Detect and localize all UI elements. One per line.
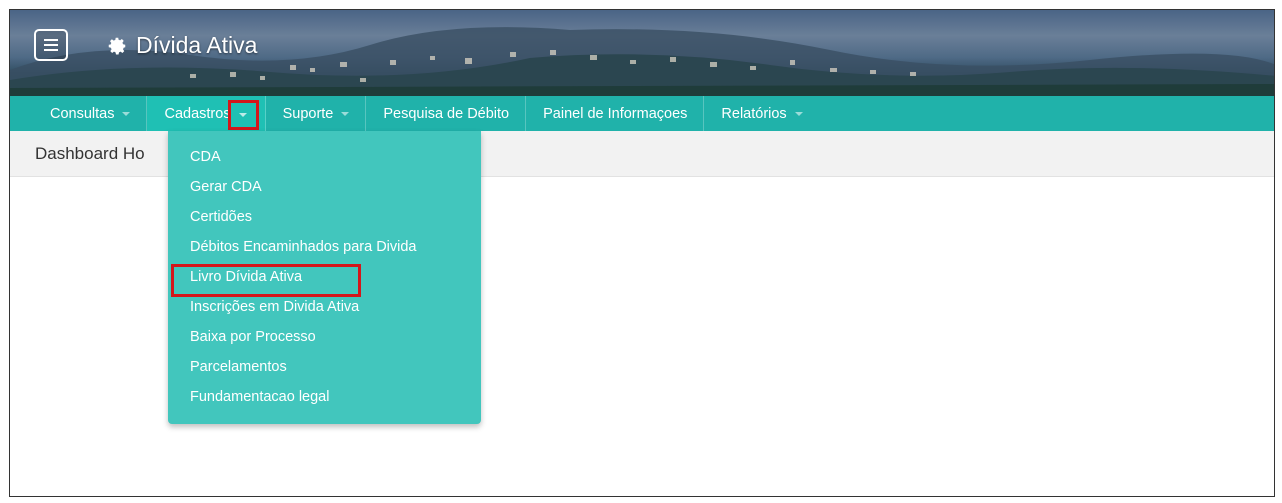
- menu-item-certidoes[interactable]: Certidões: [168, 202, 481, 232]
- nav-item-cadastros[interactable]: Cadastros: [147, 96, 266, 131]
- cadastros-caret-toggle[interactable]: [227, 100, 259, 130]
- header-banner: Dívida Ativa: [10, 10, 1274, 96]
- app-window: Dívida Ativa Consultas Cadastros Suporte…: [9, 9, 1275, 497]
- chevron-down-icon: [794, 111, 803, 116]
- nav-item-consultas[interactable]: Consultas: [33, 96, 148, 131]
- chevron-down-icon: [122, 111, 131, 116]
- menu-item-gerar-cda[interactable]: Gerar CDA: [168, 172, 481, 202]
- app-title-text: Dívida Ativa: [136, 32, 258, 58]
- menu-item-baixa-por-processo[interactable]: Baixa por Processo: [168, 322, 481, 352]
- chevron-down-icon: [239, 113, 248, 117]
- nav-item-label: Pesquisa de Débito: [383, 105, 510, 122]
- chevron-down-icon: [341, 111, 350, 116]
- nav-item-label: Consultas: [50, 105, 115, 122]
- hamburger-icon: [44, 44, 58, 46]
- menu-toggle-button[interactable]: [34, 29, 68, 61]
- menu-item-livro-divida-ativa[interactable]: Livro Dívida Ativa: [168, 262, 481, 297]
- menu-item-parcelamentos[interactable]: Parcelamentos: [168, 352, 481, 382]
- breadcrumb-text: Dashboard Ho: [35, 144, 145, 163]
- nav-item-suporte[interactable]: Suporte: [266, 96, 367, 131]
- nav-item-pesquisa-debito[interactable]: Pesquisa de Débito: [366, 96, 527, 131]
- nav-item-label: Cadastros: [164, 105, 231, 122]
- nav-item-label: Relatórios: [721, 105, 787, 122]
- gear-icon: [108, 37, 126, 55]
- app-title: Dívida Ativa: [106, 32, 257, 59]
- nav-item-relatorios[interactable]: Relatórios: [704, 96, 818, 131]
- main-navbar: Consultas Cadastros Suporte Pesquisa de …: [10, 96, 1274, 131]
- menu-item-inscricoes-divida-ativa[interactable]: Inscrições em Divida Ativa: [168, 292, 481, 322]
- cadastros-dropdown-menu: CDA Gerar CDA Certidões Débitos Encaminh…: [168, 131, 481, 424]
- nav-item-label: Painel de Informaçoes: [543, 105, 688, 122]
- nav-item-painel-informacoes[interactable]: Painel de Informaçoes: [526, 96, 705, 131]
- menu-item-debitos-encaminhados[interactable]: Débitos Encaminhados para Divida: [168, 232, 481, 262]
- menu-item-fundamentacao-legal[interactable]: Fundamentacao legal: [168, 382, 481, 412]
- menu-item-cda[interactable]: CDA: [168, 142, 481, 172]
- nav-item-label: Suporte: [282, 105, 334, 122]
